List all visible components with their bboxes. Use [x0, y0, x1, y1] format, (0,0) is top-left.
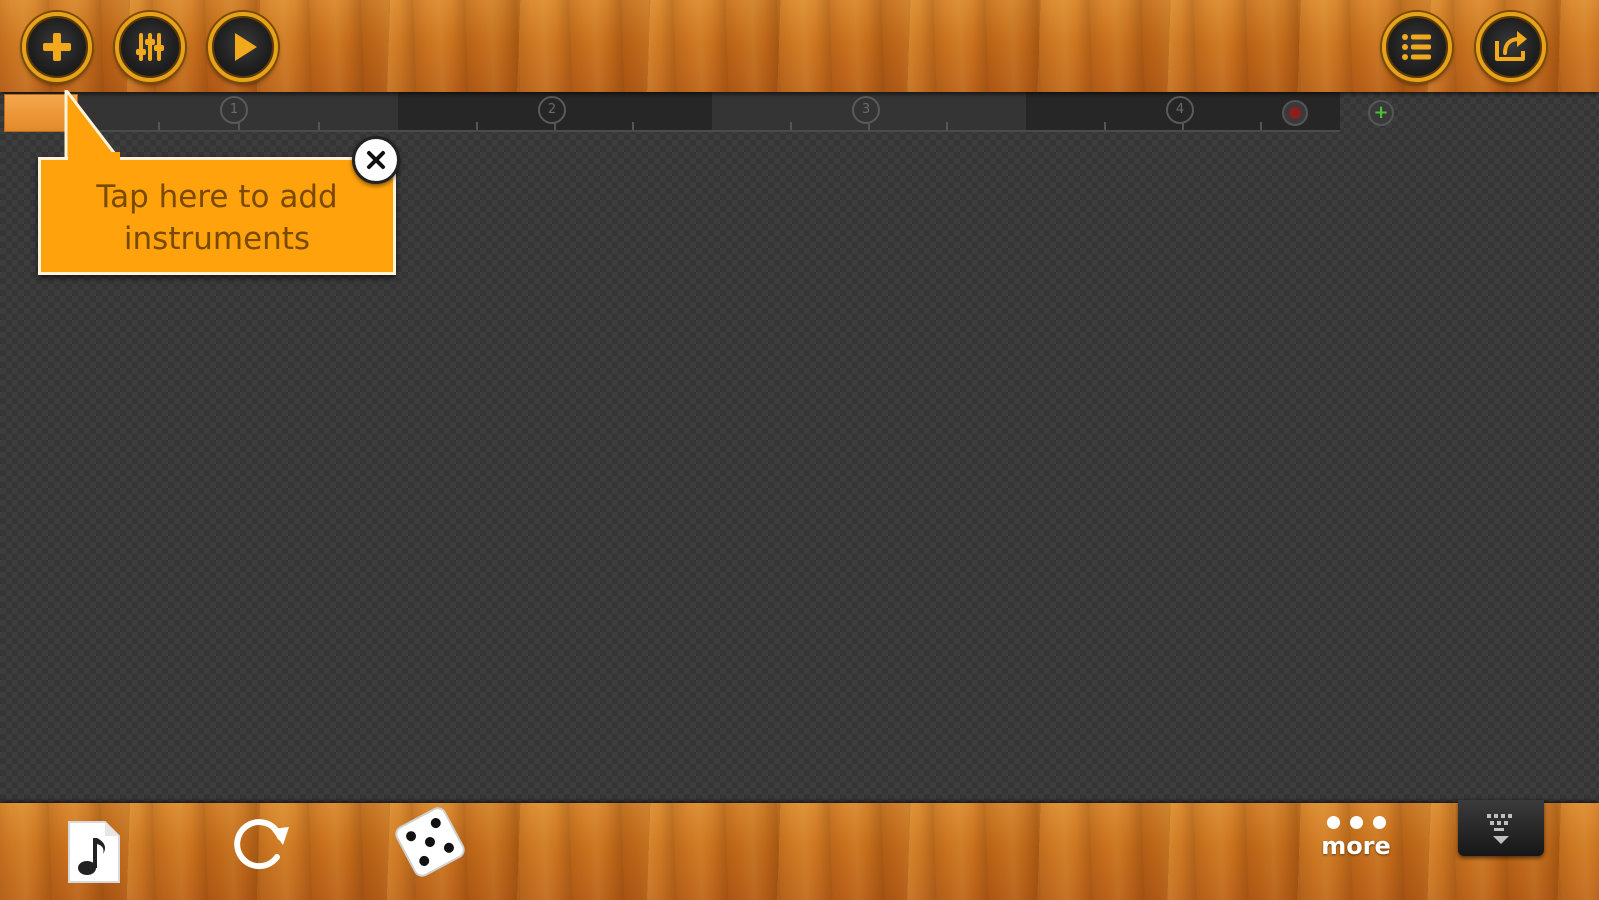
keyboard-toggle-button[interactable] [1458, 800, 1544, 856]
mixer-button[interactable] [115, 12, 185, 82]
tooltip-close-button[interactable] [352, 136, 400, 184]
measure-number: 2 [538, 96, 566, 124]
tooltip-pointer [64, 90, 122, 162]
music-note-file-icon [68, 821, 120, 883]
random-button[interactable] [392, 804, 468, 880]
measure-2[interactable]: 2 [398, 92, 712, 132]
ellipsis-icon [1326, 816, 1386, 829]
play-button[interactable] [208, 12, 278, 82]
music-file-button[interactable] [64, 818, 124, 886]
loop-button[interactable] [224, 806, 296, 878]
measure-number: 3 [852, 96, 880, 124]
measure-number: 1 [220, 96, 248, 124]
app-window: 1 2 3 4 + Tap here to add instruments mo… [0, 0, 1599, 900]
measure-timeline[interactable]: 1 2 3 4 [4, 92, 1340, 132]
sliders-icon [136, 33, 164, 61]
plus-icon [43, 33, 71, 61]
measure-1[interactable]: 1 [78, 92, 398, 132]
more-label: more [1321, 832, 1391, 860]
measure-number: 4 [1166, 96, 1194, 124]
close-icon [367, 151, 385, 169]
remove-measure-button[interactable] [1282, 100, 1308, 126]
song-list-button[interactable] [1382, 12, 1452, 82]
dice-icon [395, 807, 465, 877]
add-instrument-button[interactable] [22, 12, 92, 82]
share-button[interactable] [1476, 12, 1546, 82]
keyboard-hide-icon [1487, 814, 1512, 844]
list-icon [1402, 34, 1431, 60]
share-icon [1495, 31, 1527, 61]
more-button[interactable]: more [1316, 814, 1396, 870]
add-measure-button[interactable]: + [1368, 100, 1394, 126]
refresh-icon [234, 819, 289, 870]
add-instruments-tooltip: Tap here to add instruments [38, 157, 396, 275]
measure-3[interactable]: 3 [712, 92, 1026, 132]
tooltip-message: Tap here to add instruments [96, 179, 338, 257]
play-icon [235, 33, 257, 61]
minus-icon [1289, 107, 1301, 119]
